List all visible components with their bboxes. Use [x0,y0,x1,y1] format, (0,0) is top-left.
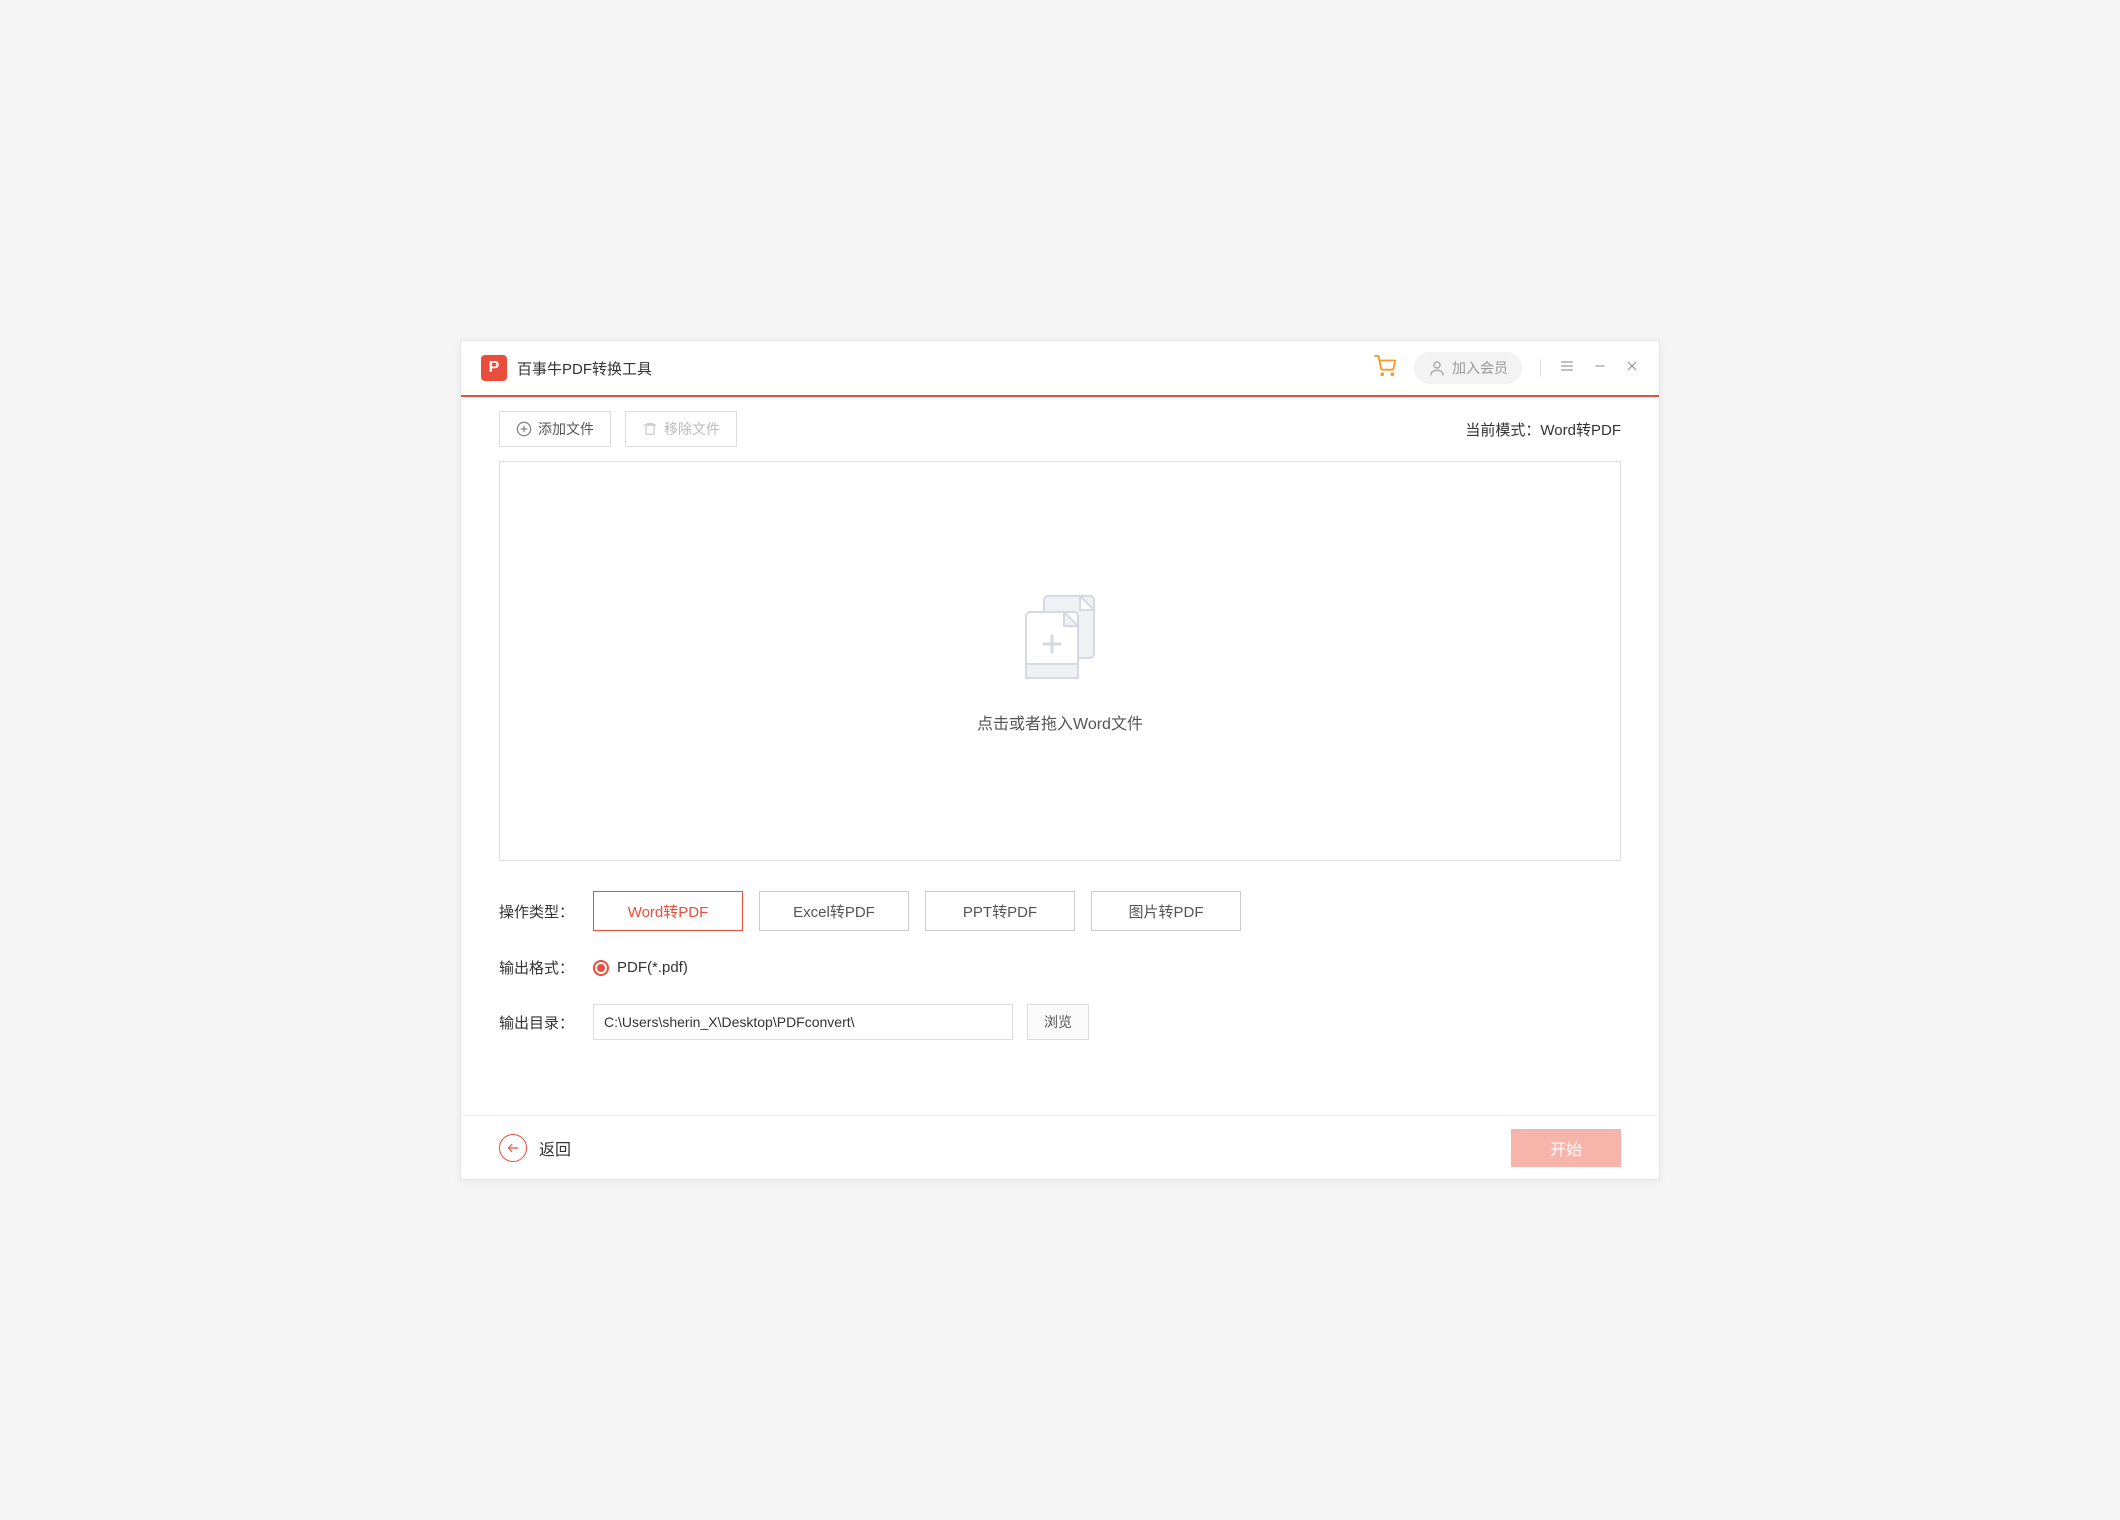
output-format-radio[interactable]: PDF(*.pdf) [593,959,688,976]
minimize-icon[interactable] [1593,359,1607,378]
operation-type-row: 操作类型： Word转PDF Excel转PDF PPT转PDF 图片转PDF [499,891,1621,931]
add-file-button[interactable]: 添加文件 [499,411,611,447]
file-dropzone[interactable]: 点击或者拖入Word文件 [499,461,1621,861]
back-button[interactable]: 返回 [499,1134,571,1162]
documents-icon [1010,588,1110,688]
tab-excel-to-pdf[interactable]: Excel转PDF [759,891,909,931]
cart-icon[interactable] [1374,355,1396,382]
radio-icon [593,960,609,976]
mode-prefix: 当前模式： [1465,422,1540,439]
arrow-left-icon [499,1134,527,1162]
mode-value: Word转PDF [1540,422,1621,439]
dropzone-hint: 点击或者拖入Word文件 [977,710,1143,734]
output-dir-row: 输出目录： 浏览 [499,1004,1621,1040]
output-dir-input[interactable] [593,1004,1013,1040]
remove-file-button[interactable]: 移除文件 [625,411,737,447]
app-title: 百事牛PDF转换工具 [517,358,652,379]
trash-icon [642,421,658,437]
divider [1540,359,1541,377]
titlebar-right: 加入会员 [1374,352,1639,384]
plus-circle-icon [516,421,532,437]
start-button[interactable]: 开始 [1511,1129,1621,1167]
current-mode: 当前模式：Word转PDF [1465,419,1621,440]
remove-file-label: 移除文件 [664,419,720,439]
tab-image-to-pdf[interactable]: 图片转PDF [1091,891,1241,931]
op-type-label: 操作类型： [499,901,593,922]
tab-word-to-pdf[interactable]: Word转PDF [593,891,743,931]
output-format-value: PDF(*.pdf) [617,959,688,976]
output-dir-label: 输出目录： [499,1012,593,1033]
window-controls [1559,358,1639,379]
titlebar: P 百事牛PDF转换工具 加入会员 [461,341,1659,397]
output-format-row: 输出格式： PDF(*.pdf) [499,957,1621,978]
member-label: 加入会员 [1452,358,1508,378]
menu-icon[interactable] [1559,358,1575,379]
join-member-button[interactable]: 加入会员 [1414,352,1522,384]
app-logo-icon: P [481,355,507,381]
output-format-label: 输出格式： [499,957,593,978]
user-icon [1428,359,1446,377]
back-label: 返回 [539,1136,571,1160]
close-icon[interactable] [1625,359,1639,378]
tab-ppt-to-pdf[interactable]: PPT转PDF [925,891,1075,931]
footer: 返回 开始 [461,1115,1659,1179]
add-file-label: 添加文件 [538,419,594,439]
browse-button[interactable]: 浏览 [1027,1004,1089,1040]
options-panel: 操作类型： Word转PDF Excel转PDF PPT转PDF 图片转PDF … [461,861,1659,1040]
toolbar: 添加文件 移除文件 当前模式：Word转PDF [461,397,1659,447]
app-window: P 百事牛PDF转换工具 加入会员 [460,340,1660,1180]
conversion-tabs: Word转PDF Excel转PDF PPT转PDF 图片转PDF [593,891,1241,931]
